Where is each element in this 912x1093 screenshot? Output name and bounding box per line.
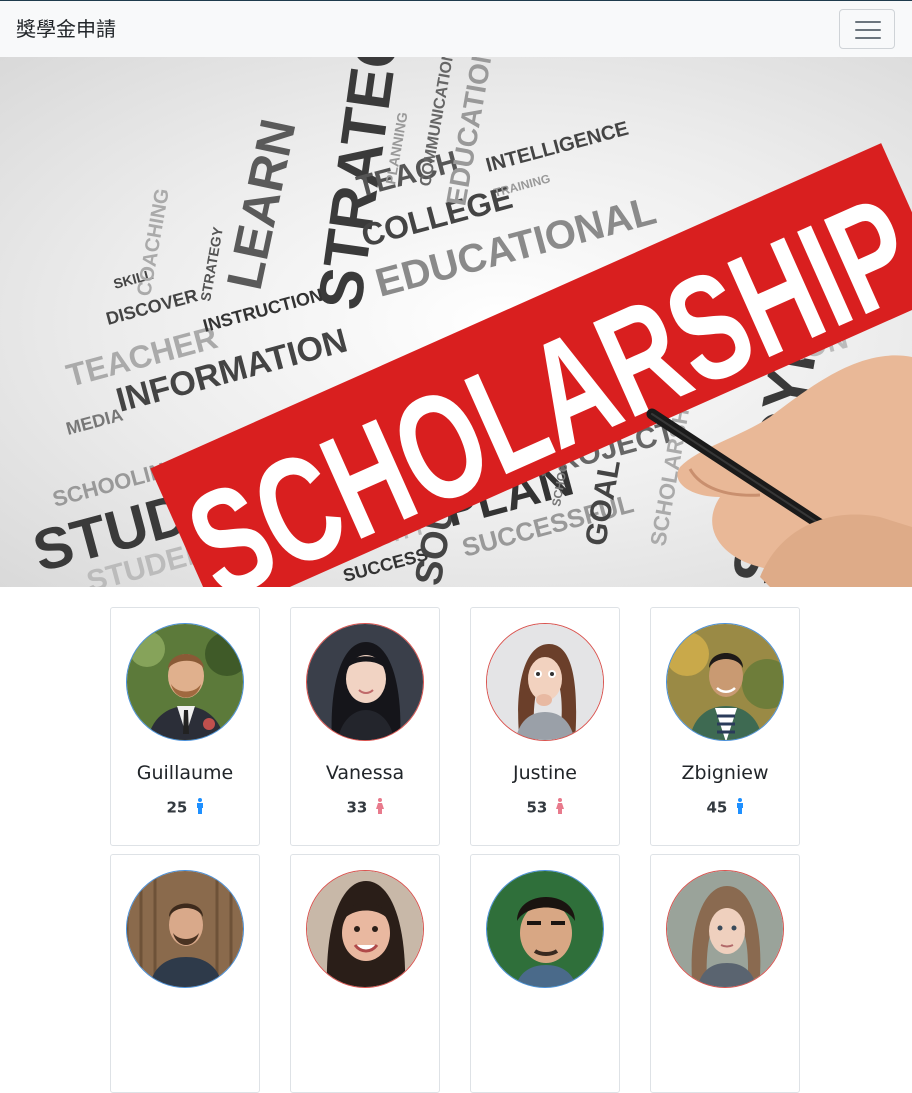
applicant-card[interactable] bbox=[650, 854, 800, 1093]
female-icon bbox=[375, 798, 384, 818]
age-value: 33 bbox=[346, 798, 368, 817]
age-value: 53 bbox=[526, 798, 548, 817]
applicant-card-grid: Guillaume 25 Vanessa 33 Justine 53 Zbign… bbox=[0, 587, 912, 1093]
applicant-card[interactable]: Vanessa 33 bbox=[290, 607, 440, 846]
male-icon bbox=[736, 798, 744, 818]
applicant-card[interactable] bbox=[110, 854, 260, 1093]
avatar bbox=[666, 623, 784, 741]
navbar: 獎學金申請 bbox=[0, 1, 912, 57]
applicant-card[interactable]: Zbigniew 45 bbox=[650, 607, 800, 846]
applicant-name: Vanessa bbox=[325, 762, 405, 784]
applicant-age: 53 bbox=[471, 798, 619, 818]
male-icon bbox=[196, 798, 204, 818]
word-media: MEDIA bbox=[64, 405, 125, 439]
avatar bbox=[666, 870, 784, 988]
hamburger-menu-icon bbox=[855, 21, 881, 23]
avatar bbox=[126, 623, 244, 741]
applicant-name: Justine bbox=[512, 762, 577, 784]
hamburger-menu-icon-bar bbox=[855, 37, 881, 39]
avatar bbox=[306, 623, 424, 741]
applicant-card[interactable]: Guillaume 25 bbox=[110, 607, 260, 846]
word-coaching: COACHING bbox=[133, 187, 174, 298]
applicant-age: 45 bbox=[651, 798, 799, 818]
age-value: 45 bbox=[706, 798, 728, 817]
navbar-toggle-button[interactable] bbox=[839, 9, 895, 49]
applicant-name: Zbigniew bbox=[681, 762, 769, 784]
avatar bbox=[126, 870, 244, 988]
avatar bbox=[486, 623, 604, 741]
applicant-name: Guillaume bbox=[136, 762, 234, 784]
hamburger-menu-icon-bar bbox=[855, 29, 881, 31]
word-intelligence: INTELLIGENCE bbox=[484, 118, 631, 177]
applicant-card[interactable] bbox=[290, 854, 440, 1093]
age-value: 25 bbox=[166, 798, 188, 817]
female-icon bbox=[555, 798, 564, 818]
applicant-card[interactable] bbox=[470, 854, 620, 1093]
word-training: TRAINING bbox=[492, 171, 552, 200]
applicant-age: 25 bbox=[111, 798, 259, 818]
applicant-age: 33 bbox=[291, 798, 439, 818]
scholarship-word-cloud: STRATEGY LEARN TEACH COLLEGE EDUCATIONAL… bbox=[27, 57, 912, 587]
avatar bbox=[306, 870, 424, 988]
navbar-brand[interactable]: 獎學金申請 bbox=[16, 15, 116, 43]
word-learn: LEARN bbox=[216, 114, 307, 294]
hero-banner-image: STRATEGY LEARN TEACH COLLEGE EDUCATIONAL… bbox=[0, 57, 912, 587]
applicant-card[interactable]: Justine 53 bbox=[470, 607, 620, 846]
avatar bbox=[486, 870, 604, 988]
